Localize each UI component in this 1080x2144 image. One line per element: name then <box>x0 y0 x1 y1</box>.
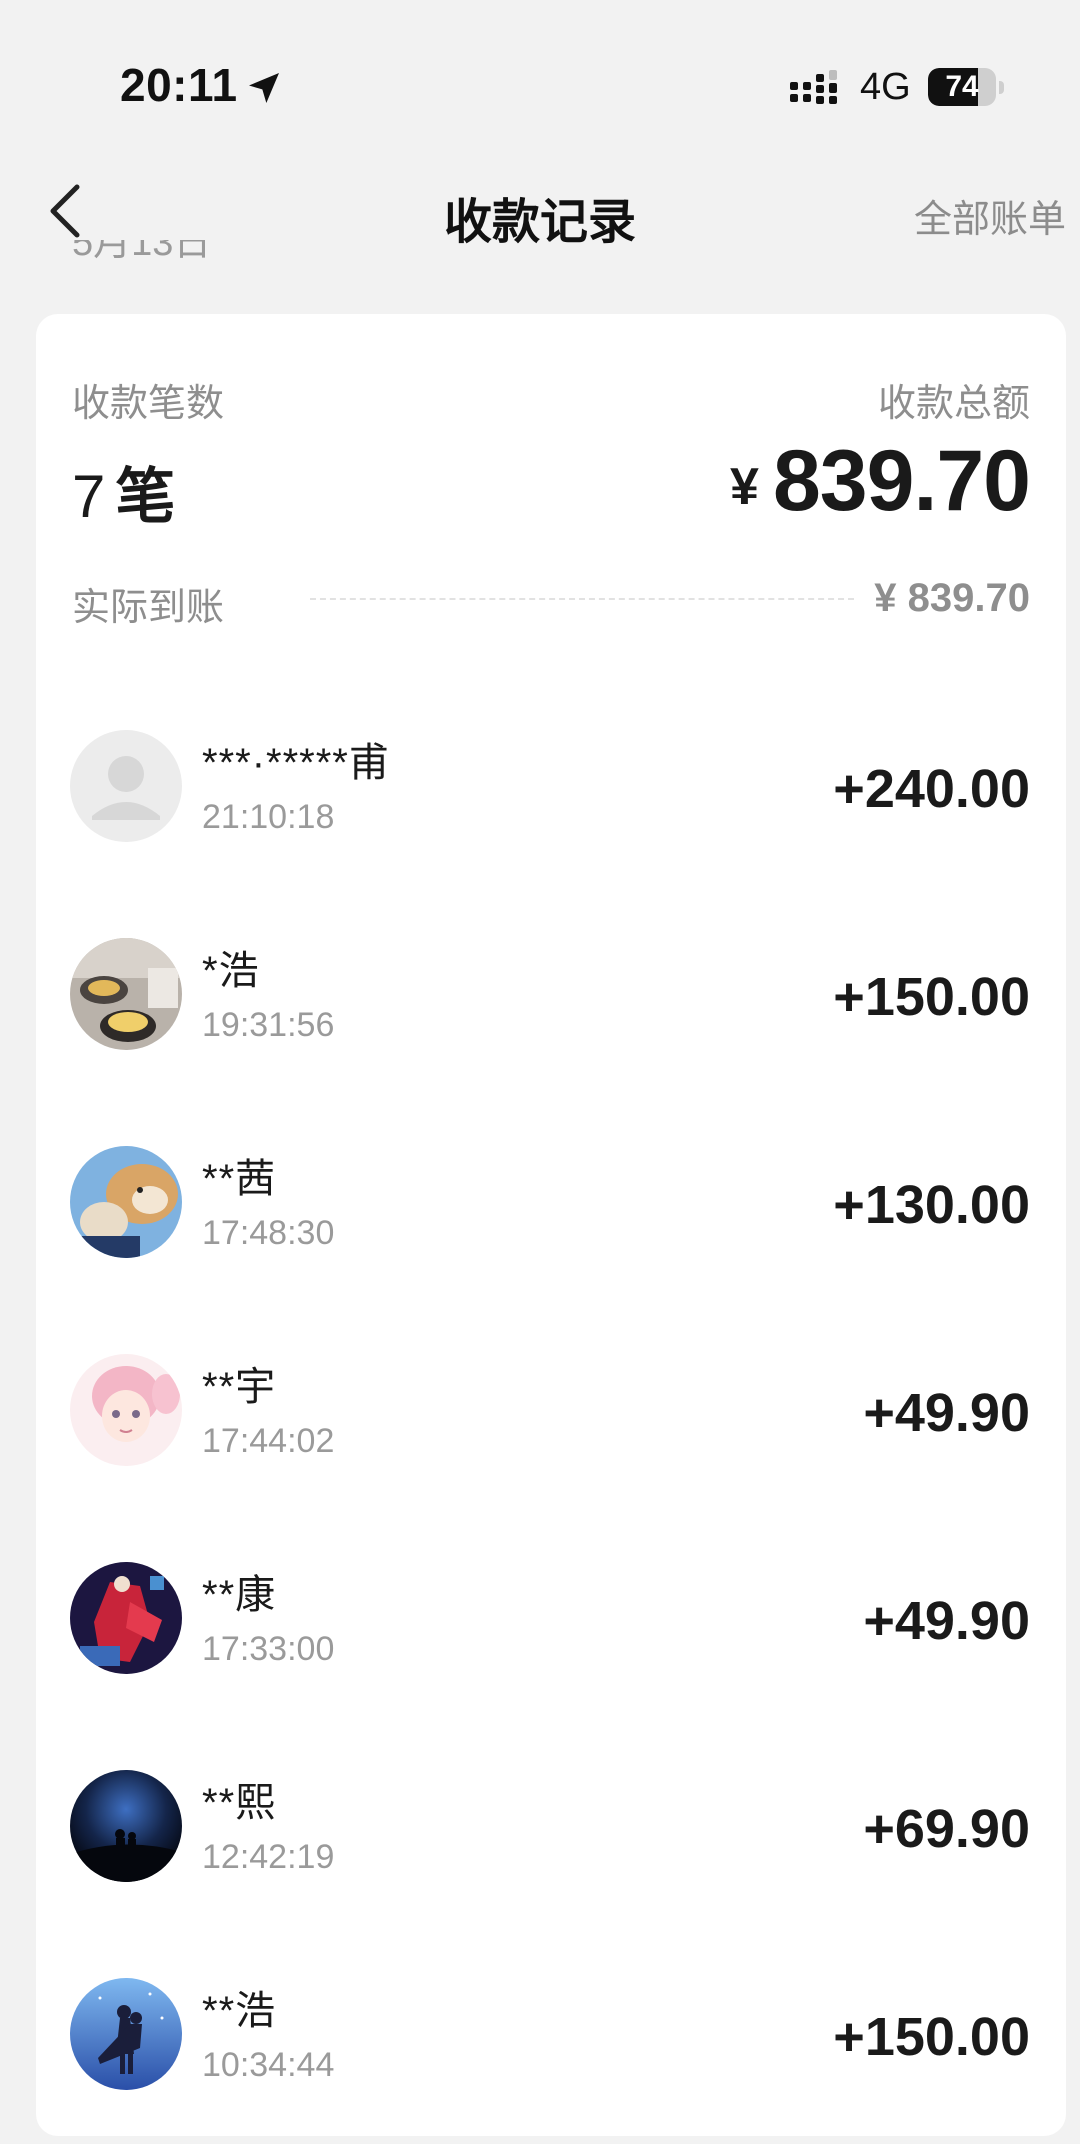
transaction-row[interactable]: *浩 19:31:56 +150.00 <box>36 882 1066 1090</box>
payment-time: 17:48:30 <box>202 1214 335 1252</box>
payment-amount: +240.00 <box>833 759 1030 819</box>
currency-symbol: ¥ <box>730 458 759 516</box>
couple-illustration-avatar <box>70 1978 182 2090</box>
payment-time: 12:42:19 <box>202 1838 335 1876</box>
payment-amount: +150.00 <box>833 2007 1030 2067</box>
anime-illustration-avatar <box>70 1354 182 1466</box>
transaction-row[interactable]: **熙 12:42:19 +69.90 <box>36 1714 1066 1922</box>
status-bar: 20:11 4G 74 <box>0 0 1080 150</box>
transaction-row[interactable]: ***·*****甫 21:10:18 +240.00 <box>36 674 1066 882</box>
payment-amount: +49.90 <box>863 1383 1030 1443</box>
payment-amount: +49.90 <box>863 1591 1030 1651</box>
count-value: 7笔 <box>72 448 175 535</box>
transaction-row[interactable]: **宇 17:44:02 +49.90 <box>36 1298 1066 1506</box>
total-value: 839.70 <box>772 433 1031 529</box>
payer-name: **浩 <box>202 1989 277 2033</box>
total-amount: ¥839.70 <box>730 432 1031 531</box>
payment-time: 21:10:18 <box>202 798 335 836</box>
payment-amount: +150.00 <box>833 967 1030 1027</box>
payment-time: 17:33:00 <box>202 1630 335 1668</box>
actual-received-label: 实际到账 <box>72 587 225 629</box>
red-figure-avatar <box>70 1562 182 1674</box>
count-unit: 笔 <box>115 463 176 530</box>
payer-name: *浩 <box>202 949 260 993</box>
payer-name: **宇 <box>202 1365 277 1409</box>
night-sky-avatar <box>70 1770 182 1882</box>
payer-name: **康 <box>202 1573 277 1617</box>
transaction-row[interactable]: **康 17:33:00 +49.90 <box>36 1506 1066 1714</box>
default-avatar-icon <box>70 730 182 842</box>
payment-time: 19:31:56 <box>202 1006 335 1044</box>
total-label: 收款总额 <box>877 383 1030 425</box>
payer-name: **茜 <box>202 1157 277 1201</box>
transaction-row[interactable]: **茜 17:48:30 +130.00 <box>36 1090 1066 1298</box>
status-time: 20:11 <box>120 59 238 111</box>
dog-photo-avatar <box>70 1146 182 1258</box>
battery-icon: 74 <box>928 68 1004 108</box>
transaction-row[interactable]: **浩 10:34:44 +150.00 <box>36 1922 1066 2130</box>
count-number: 7 <box>72 463 106 530</box>
food-photo-avatar <box>70 938 182 1050</box>
battery-level: 74 <box>945 70 979 103</box>
all-bills-link[interactable]: 全部账单 <box>914 188 1066 243</box>
payment-time: 17:44:02 <box>202 1422 335 1460</box>
records-card: 收款笔数 收款总额 7笔 ¥839.70 实际到账 ¥ 839.70 ***·*… <box>36 314 1066 2136</box>
signal-icon <box>790 70 837 104</box>
network-type: 4G <box>860 66 911 108</box>
payment-time: 10:34:44 <box>202 2046 335 2084</box>
location-arrow-icon <box>249 73 279 103</box>
payer-name: **熙 <box>202 1781 277 1825</box>
count-label: 收款笔数 <box>72 383 225 425</box>
payment-amount: +69.90 <box>863 1799 1030 1859</box>
payer-name: ***·*****甫 <box>202 741 390 785</box>
date-header: 5月13日 <box>72 240 212 264</box>
dashed-divider <box>310 598 854 600</box>
actual-received-amount: ¥ 839.70 <box>874 576 1030 620</box>
payment-amount: +130.00 <box>833 1175 1030 1235</box>
